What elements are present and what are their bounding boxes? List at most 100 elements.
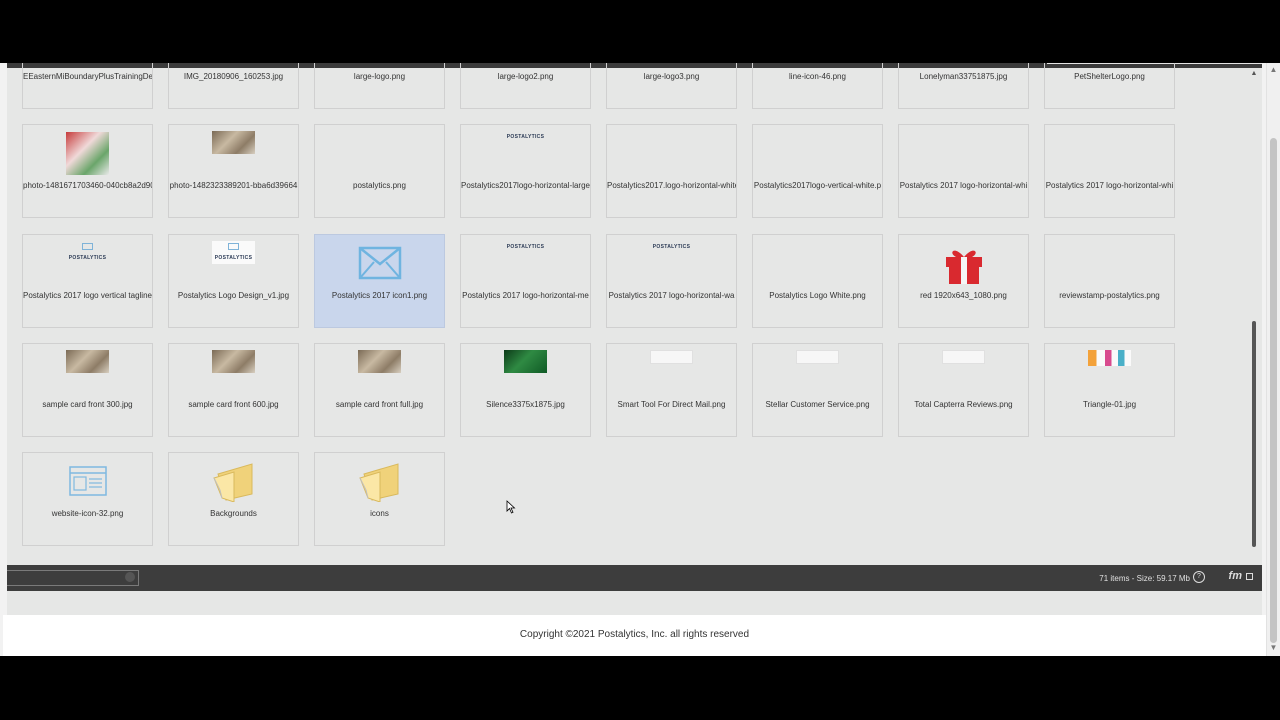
file-name: Postalytics2017.logo-horizontal-white [607, 181, 736, 190]
file-tile[interactable]: website-icon-32.png [22, 452, 153, 546]
photo-thumbnail [358, 350, 401, 373]
file-thumbnail: POSTALYTICS [23, 241, 152, 285]
file-tile[interactable]: Smart Tool For Direct Mail.png [606, 343, 737, 437]
scroll-up-icon[interactable]: ▲ [1250, 70, 1258, 77]
file-thumbnail [315, 459, 444, 503]
mouse-cursor-icon [506, 500, 516, 514]
file-tile[interactable]: Postalytics Logo White.png [752, 234, 883, 328]
search-input[interactable] [7, 570, 139, 586]
copyright-text: Copyright ©2021 Postalytics, Inc. all ri… [519, 629, 750, 640]
file-name: Triangle-01.jpg [1082, 400, 1137, 409]
file-tile[interactable]: IMG_20180906_160253.jpg [168, 63, 299, 109]
envelope-icon [228, 243, 239, 250]
logo-thumbnail: POSTALYTICS [66, 241, 109, 264]
file-tile[interactable]: Stellar Customer Service.png [752, 343, 883, 437]
file-name: Postalytics2017logo-horizontal-large [461, 181, 590, 190]
file-name: PetShelterLogo.png [1074, 72, 1145, 81]
file-name: Total Capterra Reviews.png [914, 400, 1013, 409]
file-name: website-icon-32.png [51, 509, 124, 518]
file-name: sample card front 300.jpg [42, 400, 133, 409]
file-tile[interactable]: large-logo.png [314, 63, 445, 109]
file-tile[interactable]: PetShelterLogo.png [1044, 63, 1175, 109]
file-name: Postalytics 2017 logo-horizontal-whi [1045, 181, 1174, 190]
file-tile[interactable]: Total Capterra Reviews.png [898, 343, 1029, 437]
logo-text: POSTALYTICS [214, 255, 253, 261]
file-tile[interactable]: Triangle-01.jpg [1044, 343, 1175, 437]
file-name: line-icon-46.png [789, 72, 846, 81]
file-tile[interactable]: Silence3375x1875.jpg [460, 343, 591, 437]
file-tile[interactable]: sample card front full.jpg [314, 343, 445, 437]
file-tile[interactable]: photo-1482323389201-bba6d39664 [168, 124, 299, 218]
file-tile[interactable]: POSTALYTICS Postalytics 2017 logo-horizo… [460, 234, 591, 328]
file-name: Postalytics 2017 icon1.png [331, 291, 428, 300]
file-name: large-logo3.png [643, 72, 700, 81]
file-tile[interactable]: sample card front 300.jpg [22, 343, 153, 437]
page-footer: Copyright ©2021 Postalytics, Inc. all ri… [3, 615, 1266, 656]
file-tile[interactable]: EEasternMiBoundaryPlusTrainingDe [22, 63, 153, 109]
folder-tile[interactable]: icons [314, 452, 445, 546]
file-thumbnail [315, 241, 444, 285]
scrollbar-thumb[interactable] [1270, 138, 1277, 643]
file-name: postalytics.png [353, 181, 406, 190]
gift-icon [945, 250, 982, 284]
file-tile[interactable]: POSTALYTICS Postalytics2017logo-horizont… [460, 124, 591, 218]
file-tile[interactable]: Postalytics2017logo-vertical-white.p [752, 124, 883, 218]
file-tile[interactable]: sample card front 600.jpg [168, 343, 299, 437]
page-scrollbar[interactable]: ▲ ▼ [1266, 63, 1280, 656]
logo-text: POSTALYTICS [506, 134, 545, 140]
file-tile[interactable]: Postalytics2017.logo-horizontal-white [606, 124, 737, 218]
file-thumbnail: POSTALYTICS [461, 131, 590, 175]
help-icon[interactable]: ? [1193, 571, 1205, 583]
file-grid: EEasternMiBoundaryPlusTrainingDe IMG_201… [22, 63, 1247, 628]
file-tile[interactable]: Postalytics 2017 logo-horizontal-whi [898, 124, 1029, 218]
file-name: sample card front full.jpg [335, 400, 424, 409]
file-tile[interactable]: line-icon-46.png [752, 63, 883, 109]
file-tile[interactable]: reviewstamp-postalytics.png [1044, 234, 1175, 328]
logo-text: POSTALYTICS [68, 255, 107, 261]
folder-name: Backgrounds [210, 509, 257, 518]
envelope-icon [82, 243, 93, 250]
file-name: photo-1481671703460-040cb8a2d90 [23, 181, 152, 190]
file-tile-selected[interactable]: Postalytics 2017 icon1.png [314, 234, 445, 328]
file-name: Lonelyman33751875.jpg [919, 72, 1008, 81]
image-thumbnail [650, 350, 693, 364]
file-tile[interactable]: large-logo3.png [606, 63, 737, 109]
image-thumbnail [942, 350, 985, 364]
photo-thumbnail [66, 350, 109, 373]
file-tile[interactable]: Lonelyman33751875.jpg [898, 63, 1029, 109]
scroll-up-icon[interactable]: ▲ [1267, 65, 1280, 74]
search-icon[interactable] [125, 572, 135, 582]
file-name: sample card front 600.jpg [188, 400, 279, 409]
file-thumbnail [753, 350, 882, 394]
file-thumbnail: POSTALYTICS [169, 241, 298, 285]
logo-text: POSTALYTICS [506, 244, 545, 250]
file-tile[interactable]: red 1920x643_1080.png [898, 234, 1029, 328]
file-tile[interactable]: large-logo2.png [460, 63, 591, 109]
file-name: Postalytics 2017 logo-horizontal-whi [899, 181, 1028, 190]
file-name: Silence3375x1875.jpg [486, 400, 565, 409]
folder-tile[interactable]: Backgrounds [168, 452, 299, 546]
window-icon[interactable] [1246, 573, 1253, 580]
file-tile[interactable]: photo-1481671703460-040cb8a2d90 [22, 124, 153, 218]
image-thumbnail [1088, 350, 1131, 366]
file-tile[interactable]: POSTALYTICS Postalytics 2017 logo-horizo… [606, 234, 737, 328]
file-tile[interactable]: postalytics.png [314, 124, 445, 218]
file-manager-scrollbar[interactable]: ▲ ▼ [1250, 63, 1262, 628]
file-name: Postalytics 2017 logo-horizontal-me [462, 291, 589, 300]
file-thumbnail [23, 350, 152, 394]
file-name: Postalytics 2017 logo-horizontal-wa [608, 291, 735, 300]
folder-icon [358, 463, 398, 502]
file-name: IMG_20180906_160253.jpg [183, 72, 284, 81]
file-thumbnail [607, 350, 736, 394]
file-thumbnail [461, 350, 590, 394]
fm-logo[interactable]: fm [1229, 570, 1242, 582]
page: EEasternMiBoundaryPlusTrainingDe IMG_201… [0, 63, 1280, 656]
file-tile[interactable]: POSTALYTICS Postalytics 2017 logo vertic… [22, 234, 153, 328]
website-icon [68, 466, 107, 496]
file-tile[interactable]: POSTALYTICS Postalytics Logo Design_v1.j… [168, 234, 299, 328]
scroll-down-icon[interactable]: ▼ [1267, 643, 1280, 652]
file-thumbnail: POSTALYTICS [607, 241, 736, 285]
file-tile[interactable]: Postalytics 2017 logo-horizontal-whi [1044, 124, 1175, 218]
scrollbar-thumb[interactable] [1252, 321, 1256, 547]
photo-thumbnail [212, 131, 255, 154]
